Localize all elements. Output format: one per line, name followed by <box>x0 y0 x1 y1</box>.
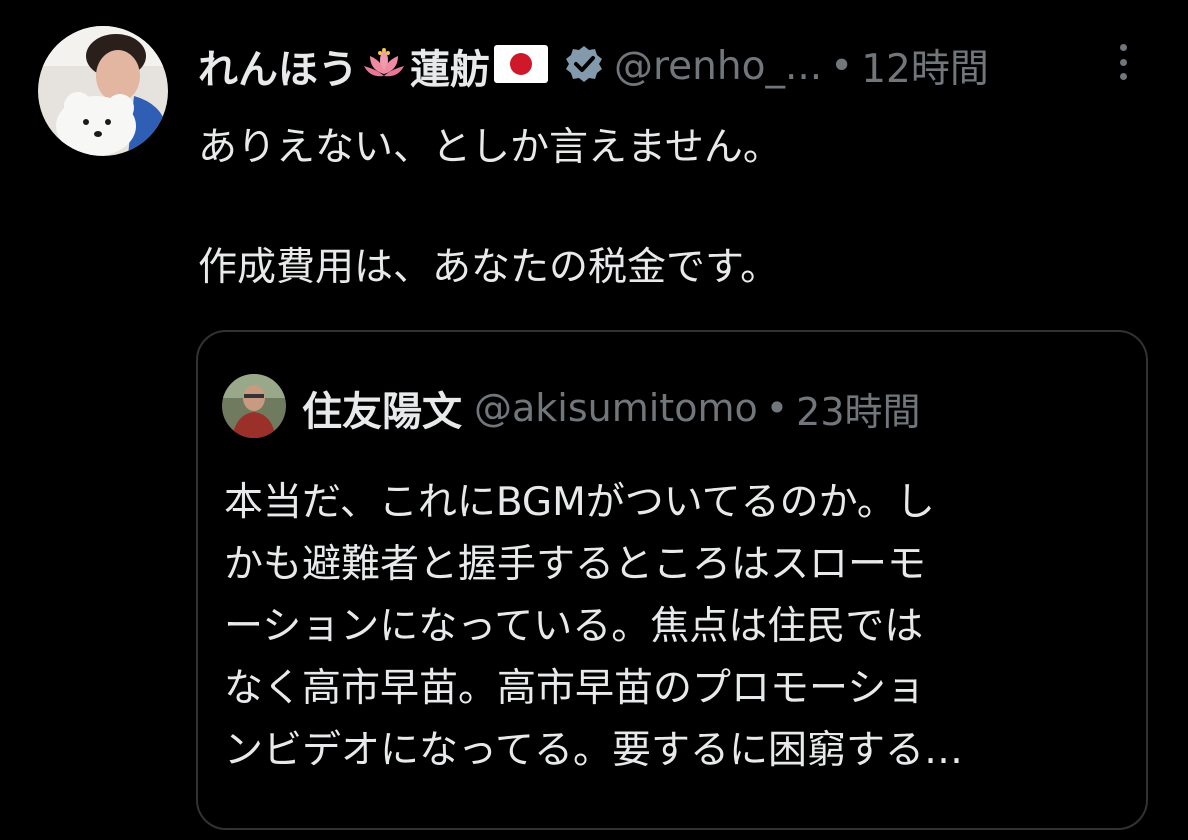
tweet-text: ありえない、としか言えません。 作成費用は、あなたの税金です。 <box>198 118 1118 298</box>
quoted-display-name[interactable]: 住友陽文 <box>302 379 462 437</box>
quoted-tweet-text: 本当だ、これにBGMがついてるのか。し かも避難者と握手するところはスローモ ー… <box>224 472 1124 782</box>
separator-dot: • <box>765 386 789 430</box>
handle[interactable]: @renho_... <box>614 44 822 89</box>
verified-badge-icon[interactable] <box>564 44 604 88</box>
tweet-text-line: ありえない、としか言えません。 <box>198 125 782 170</box>
avatar[interactable] <box>38 26 168 156</box>
quoted-text-line: かも避難者と握手するところはスローモ <box>224 542 927 587</box>
quoted-tweet-header: 住友陽文 @akisumitomo • 23時間 <box>302 380 921 436</box>
quoted-text-line: ンビデオになってる。要するに困窮する… <box>224 728 964 773</box>
lotus-emoji-icon <box>362 44 406 88</box>
more-options-icon[interactable] <box>1108 40 1138 84</box>
quoted-text-line: ーションになっている。焦点は住民では <box>224 604 924 649</box>
quoted-text-line: なく高市早苗。高市早苗のプロモーショ <box>224 666 926 711</box>
quoted-timestamp[interactable]: 23時間 <box>796 381 920 436</box>
quoted-tweet-card[interactable]: 住友陽文 @akisumitomo • 23時間 本当だ、これにBGMがついてる… <box>196 330 1148 830</box>
separator-dot: • <box>830 43 854 89</box>
display-name-kanji[interactable]: 蓮舫 <box>410 37 490 95</box>
quoted-text-line: 本当だ、これにBGMがついてるのか。し <box>224 480 935 525</box>
quoted-avatar[interactable] <box>222 374 286 438</box>
quoted-handle[interactable]: @akisumitomo <box>474 386 758 430</box>
timestamp[interactable]: 12時間 <box>861 38 989 94</box>
tweet-header: れんほう 蓮舫 @renho_... • 12時間 <box>198 36 989 96</box>
tweet-text-line: 作成費用は、あなたの税金です。 <box>198 245 780 290</box>
display-name[interactable]: れんほう <box>198 37 358 95</box>
japan-flag-icon <box>494 45 548 87</box>
